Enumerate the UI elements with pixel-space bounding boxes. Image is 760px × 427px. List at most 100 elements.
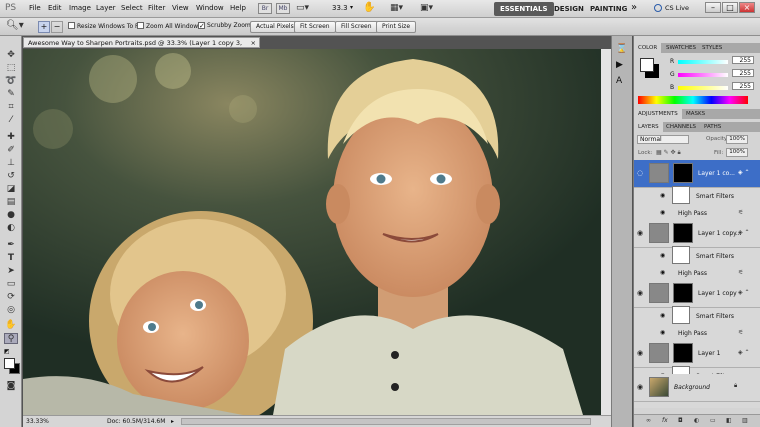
zoom-tool-icon[interactable]: ⚲	[4, 333, 18, 344]
tab-swatches[interactable]: SWATCHES	[662, 43, 700, 53]
hand-tool-icon[interactable]: ✋	[4, 320, 18, 331]
high-pass-row[interactable]: ◉ High Pass ⚟	[634, 267, 760, 281]
folder-icon[interactable]: ▭	[710, 417, 716, 424]
layer-row[interactable]: ◉ Layer 1 copy... ◈ ⌃	[634, 220, 760, 248]
view-extras-icon[interactable]: ▭▾	[296, 3, 312, 14]
tab-color[interactable]: COLOR	[634, 43, 662, 53]
fill-field[interactable]: 100%	[726, 148, 748, 157]
resize-windows-checkbox[interactable]: Resize Windows To Fit	[68, 22, 142, 30]
zoom-dropdown-icon[interactable]: ▾	[350, 4, 353, 11]
3d-orbit-tool-icon[interactable]: ◎	[4, 305, 18, 316]
filter-options-icon[interactable]: ⚟	[738, 329, 743, 336]
filter-options-icon[interactable]: ⚟	[738, 269, 743, 276]
actual-pixels-button[interactable]: Actual Pixels	[250, 21, 300, 33]
workspace-painting[interactable]: PAINTING	[584, 2, 633, 16]
print-size-button[interactable]: Print Size	[376, 21, 417, 33]
fit-screen-button[interactable]: Fit Screen	[294, 21, 336, 33]
fx-icon[interactable]: fx	[662, 417, 668, 424]
arrange-documents-icon[interactable]: ▦▾	[390, 3, 403, 13]
menu-select[interactable]: Select	[121, 4, 143, 12]
eye-icon[interactable]: ◉	[660, 192, 665, 199]
actions-panel-icon[interactable]: ▶	[616, 60, 623, 70]
scrubby-zoom-checkbox[interactable]: ✓ Scrubby Zoom	[198, 22, 251, 30]
zoom-level-value[interactable]: 33.3	[332, 4, 348, 12]
blue-slider[interactable]	[678, 86, 728, 90]
document-tab[interactable]: Awesome Way to Sharpen Portraits.psd @ 3…	[23, 37, 260, 57]
close-window-button[interactable]: ×	[739, 2, 755, 13]
fill-screen-button[interactable]: Fill Screen	[335, 21, 378, 33]
character-panel-icon[interactable]: A	[616, 76, 622, 86]
smart-filters-row[interactable]: ◉ Smart Filters	[634, 246, 760, 264]
doc-size-info[interactable]: Doc: 60.5M/314.6M	[107, 416, 165, 427]
foreground-color-swatch[interactable]	[4, 358, 15, 369]
lasso-tool-icon[interactable]: ➰	[4, 76, 18, 87]
tab-paths[interactable]: PATHS	[700, 122, 725, 132]
blur-tool-icon[interactable]: ●	[4, 210, 18, 221]
default-colors-icon[interactable]: ◩	[4, 348, 10, 355]
3d-rotate-tool-icon[interactable]: ⟳	[4, 292, 18, 303]
history-panel-icon[interactable]: ⌛	[616, 44, 627, 54]
visibility-eye-icon[interactable]: ◉	[637, 349, 643, 357]
color-spectrum-ramp[interactable]	[638, 96, 748, 104]
zoom-percent-field[interactable]: 33.33%	[26, 416, 49, 427]
trash-icon[interactable]: ▥	[742, 417, 748, 424]
tab-masks[interactable]: MASKS	[682, 109, 709, 119]
high-pass-row[interactable]: ◉ High Pass ⚟	[634, 327, 760, 341]
zoom-tool-preset-icon[interactable]: 🔍︎▾	[6, 20, 24, 31]
layer-row[interactable]: ◌ Layer 1 co... ◈ ⌃	[634, 160, 760, 188]
tab-layers[interactable]: LAYERS	[634, 122, 663, 132]
menu-window[interactable]: Window	[196, 4, 224, 12]
shape-tool-icon[interactable]: ▭	[4, 279, 18, 290]
smart-filters-row[interactable]: ◉ Smart Filters	[634, 306, 760, 324]
brush-tool-icon[interactable]: ✐	[4, 145, 18, 156]
marquee-tool-icon[interactable]: ⬚	[4, 63, 18, 74]
hand-icon[interactable]: ✋	[363, 2, 375, 13]
visibility-eye-icon[interactable]: ◉	[637, 383, 643, 391]
layer-name[interactable]: Layer 1 copy...	[698, 230, 742, 237]
menu-view[interactable]: View	[172, 4, 189, 12]
bridge-icon[interactable]: Br	[258, 3, 272, 14]
mask-icon[interactable]: ◘	[678, 417, 683, 424]
zoom-in-icon[interactable]: +	[38, 21, 50, 33]
eye-icon[interactable]: ◉	[660, 209, 665, 216]
adjustment-icon[interactable]: ◐	[694, 417, 699, 424]
eyedropper-tool-icon[interactable]: ⁄	[4, 115, 18, 126]
menu-edit[interactable]: Edit	[48, 4, 62, 12]
visibility-eye-icon[interactable]: ◉	[637, 289, 643, 297]
dodge-tool-icon[interactable]: ◐	[4, 223, 18, 234]
gradient-tool-icon[interactable]: ▤	[4, 197, 18, 208]
vertical-scrollbar[interactable]	[601, 49, 611, 415]
cs-live-icon[interactable]	[654, 4, 662, 12]
visibility-eye-icon[interactable]: ◌	[637, 169, 643, 177]
maximize-button[interactable]: □	[722, 2, 738, 13]
workspace-essentials[interactable]: ESSENTIALS	[494, 2, 554, 16]
menu-image[interactable]: Image	[69, 4, 91, 12]
close-document-icon[interactable]: ×	[251, 38, 256, 48]
menu-layer[interactable]: Layer	[96, 4, 116, 12]
minibridge-icon[interactable]: Mb	[276, 3, 290, 14]
type-tool-icon[interactable]: T	[4, 253, 18, 264]
pen-tool-icon[interactable]: ✒	[4, 240, 18, 251]
opacity-field[interactable]: 100%	[726, 135, 748, 144]
clone-stamp-tool-icon[interactable]: ⊥	[4, 158, 18, 169]
quick-mask-icon[interactable]: ◙	[4, 381, 18, 392]
layer-name[interactable]: Layer 1	[698, 350, 720, 357]
cs-live-label[interactable]: CS Live	[665, 4, 689, 12]
tab-styles[interactable]: STYLES	[698, 43, 726, 53]
status-menu-icon[interactable]: ▸	[171, 416, 174, 427]
blend-mode-select[interactable]: Normal	[637, 135, 689, 144]
more-workspaces-button[interactable]: »	[631, 2, 637, 13]
menu-file[interactable]: File	[29, 4, 41, 12]
red-slider[interactable]	[678, 60, 728, 64]
visibility-eye-icon[interactable]: ◉	[637, 229, 643, 237]
color-foreground-swatch[interactable]	[640, 58, 654, 72]
red-value[interactable]: 255	[732, 56, 754, 64]
layer-row[interactable]: ◉ Layer 1 ◈ ⌃	[634, 340, 760, 368]
background-layer-name[interactable]: Background	[674, 384, 710, 391]
history-brush-tool-icon[interactable]: ↺	[4, 171, 18, 182]
layer-row[interactable]: ◉ Layer 1 copy ◈ ⌃	[634, 280, 760, 308]
green-slider[interactable]	[678, 73, 728, 77]
horizontal-scrollbar[interactable]	[181, 418, 591, 425]
eye-icon[interactable]: ◉	[660, 329, 665, 336]
lock-icons[interactable]: ▦ ✎ ✥ 🔒︎	[656, 149, 681, 157]
